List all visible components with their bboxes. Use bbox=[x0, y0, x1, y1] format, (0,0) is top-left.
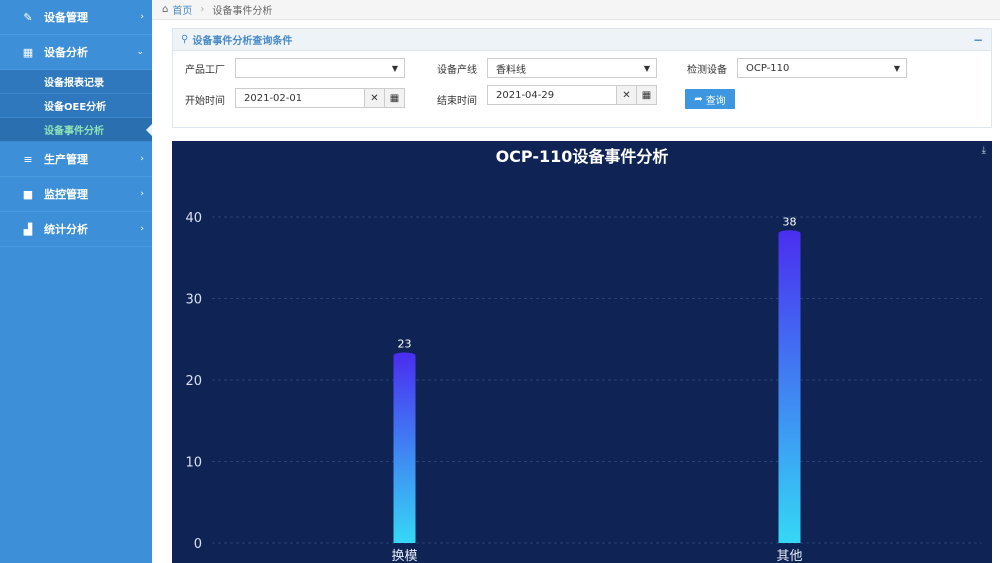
end-time-label: 结束时间 bbox=[437, 96, 477, 107]
end-time-field[interactable]: 2021-04-29 ✕ ▦ bbox=[487, 85, 657, 105]
chevron-right-icon: › bbox=[140, 12, 144, 22]
sidebar-item-label: 生产管理 bbox=[44, 153, 88, 166]
chevron-down-icon: ▼ bbox=[893, 63, 900, 73]
chevron-right-icon: › bbox=[140, 189, 144, 199]
query-button-label: 查询 bbox=[705, 95, 726, 107]
clear-icon[interactable]: ✕ bbox=[364, 89, 384, 107]
bar-cap-1 bbox=[778, 230, 801, 237]
y-tick-label: 10 bbox=[185, 456, 202, 471]
x-category-label: 换模 bbox=[391, 549, 417, 563]
bar-value-label: 23 bbox=[398, 338, 412, 351]
sidebar-item-label: 监控管理 bbox=[44, 188, 88, 201]
end-time-value: 2021-04-29 bbox=[496, 89, 555, 101]
start-time-value: 2021-02-01 bbox=[244, 92, 303, 104]
device-select[interactable]: OCP-110 ▼ bbox=[737, 58, 907, 78]
sidebar-subitem-device-report[interactable]: 设备报表记录 bbox=[0, 70, 152, 94]
device-label: 检测设备 bbox=[687, 65, 727, 76]
chevron-down-icon: ⌄ bbox=[136, 47, 144, 57]
chevron-down-icon: ▼ bbox=[643, 63, 650, 73]
list-icon: ≡ bbox=[23, 152, 33, 166]
breadcrumb-home-link[interactable]: 首页 bbox=[172, 2, 192, 17]
main-content: ⌂ 首页 › 设备事件分析 ⚲ 设备事件分析查询条件 − 产品工厂 ▼ 设备产线… bbox=[152, 0, 1000, 563]
sidebar-subitem-device-oee[interactable]: 设备OEE分析 bbox=[0, 94, 152, 118]
clear-icon[interactable]: ✕ bbox=[616, 86, 636, 104]
search-icon: ⚲ bbox=[181, 34, 189, 45]
calendar-icon[interactable]: ▦ bbox=[636, 86, 656, 104]
x-category-label: 其他 bbox=[776, 549, 802, 563]
line-select-value: 香料线 bbox=[496, 64, 526, 76]
grid-icon: ▦ bbox=[22, 45, 34, 59]
chart-title: OCP-110设备事件分析 bbox=[495, 147, 669, 166]
share-icon: ➦ bbox=[694, 93, 703, 105]
sidebar-subitem-device-event[interactable]: 设备事件分析 bbox=[0, 118, 152, 142]
sidebar: ✎ 设备管理 › ▦ 设备分析 ⌄ 设备报表记录 设备OEE分析 设备事件分析 … bbox=[0, 0, 152, 563]
breadcrumb-current: 设备事件分析 bbox=[212, 6, 273, 17]
breadcrumb: ⌂ 首页 › 设备事件分析 bbox=[152, 0, 1000, 20]
line-select[interactable]: 香料线 ▼ bbox=[487, 58, 657, 78]
query-panel: ⚲ 设备事件分析查询条件 − 产品工厂 ▼ 设备产线 香料线 ▼ 检测设备 OC… bbox=[172, 28, 992, 128]
start-time-label: 开始时间 bbox=[185, 96, 225, 107]
chevron-down-icon: ▼ bbox=[391, 63, 398, 73]
y-tick-label: 0 bbox=[194, 537, 202, 552]
bar-value-label: 38 bbox=[783, 215, 797, 228]
sidebar-item-statistics[interactable]: ▟ 统计分析 › bbox=[0, 212, 152, 247]
sidebar-item-label: 统计分析 bbox=[44, 223, 88, 236]
sidebar-item-label: 设备分析 bbox=[44, 46, 88, 59]
breadcrumb-separator: › bbox=[200, 4, 205, 15]
query-button[interactable]: ➦ 查询 bbox=[685, 89, 735, 109]
sidebar-item-device-analysis[interactable]: ▦ 设备分析 ⌄ bbox=[0, 35, 152, 70]
query-panel-header: ⚲ 设备事件分析查询条件 − bbox=[173, 29, 991, 51]
device-select-value: OCP-110 bbox=[746, 62, 790, 74]
collapse-icon[interactable]: − bbox=[973, 33, 983, 47]
bar-chart-icon: ▟ bbox=[23, 222, 33, 236]
event-chart: OCP-110设备事件分析 ⤓ 0 10 20 30 40 23 换模 38 其他 bbox=[172, 141, 992, 563]
video-icon: ■ bbox=[22, 187, 34, 201]
chevron-right-icon: › bbox=[140, 224, 144, 234]
bar-0[interactable] bbox=[393, 355, 416, 543]
sidebar-item-production-management[interactable]: ≡ 生产管理 › bbox=[0, 142, 152, 177]
bar-1[interactable] bbox=[778, 233, 801, 544]
chart-svg: 0 10 20 30 40 23 换模 38 其他 bbox=[185, 211, 982, 563]
sidebar-item-label: 设备管理 bbox=[44, 11, 88, 24]
line-label: 设备产线 bbox=[437, 65, 477, 76]
start-time-field[interactable]: 2021-02-01 ✕ ▦ bbox=[235, 88, 405, 108]
query-panel-title: 设备事件分析查询条件 bbox=[192, 36, 293, 47]
factory-select[interactable]: ▼ bbox=[235, 58, 405, 78]
sidebar-item-monitor-management[interactable]: ■ 监控管理 › bbox=[0, 177, 152, 212]
chevron-right-icon: › bbox=[140, 154, 144, 164]
home-icon: ⌂ bbox=[162, 4, 169, 15]
bar-cap-0 bbox=[393, 352, 416, 359]
y-tick-label: 20 bbox=[185, 374, 202, 389]
sidebar-submenu: 设备报表记录 设备OEE分析 设备事件分析 bbox=[0, 70, 152, 142]
y-tick-label: 40 bbox=[185, 211, 202, 226]
sidebar-item-device-management[interactable]: ✎ 设备管理 › bbox=[0, 0, 152, 35]
download-icon[interactable]: ⤓ bbox=[982, 145, 986, 156]
factory-label: 产品工厂 bbox=[185, 65, 225, 76]
y-tick-label: 30 bbox=[185, 293, 202, 308]
wrench-icon: ✎ bbox=[23, 10, 33, 24]
calendar-icon[interactable]: ▦ bbox=[384, 89, 404, 107]
